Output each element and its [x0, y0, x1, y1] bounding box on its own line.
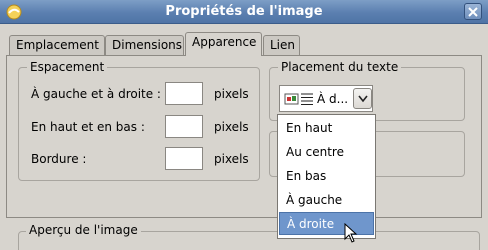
tab-emplacement[interactable]: Emplacement [9, 35, 105, 55]
option-bottom[interactable]: En bas [279, 165, 374, 188]
left-right-label: À gauche et à droite : [31, 87, 161, 101]
text-placement-combo[interactable]: À d... [279, 85, 373, 112]
title-bar: Propriétés de l'image [0, 0, 488, 24]
combo-selected-value: À d... [317, 92, 349, 106]
top-bottom-input[interactable] [165, 115, 203, 138]
mouse-cursor-icon [344, 223, 358, 243]
top-bottom-label: En haut et en bas : [31, 120, 145, 134]
border-label: Bordure : [31, 152, 87, 166]
preview-legend: Aperçu de l'image [26, 222, 141, 238]
option-right[interactable]: À droite [279, 212, 374, 235]
tab-apparence[interactable]: Apparence [185, 32, 262, 56]
tab-strip: Emplacement Dimensions Apparence Lien [0, 24, 488, 56]
chevron-down-icon [358, 95, 368, 103]
left-right-unit: pixels [214, 87, 249, 101]
tab-lien[interactable]: Lien [263, 35, 300, 55]
border-unit: pixels [214, 152, 249, 166]
top-bottom-unit: pixels [214, 120, 249, 134]
option-center[interactable]: Au centre [279, 141, 374, 164]
close-button[interactable] [464, 3, 482, 20]
left-right-input[interactable] [165, 82, 203, 105]
wrap-right-icon [284, 93, 313, 105]
tab-dimensions[interactable]: Dimensions [105, 35, 184, 55]
option-top[interactable]: En haut [279, 117, 374, 140]
close-icon [468, 7, 478, 17]
text-placement-dropdown: En haut Au centre En bas À gauche À droi… [277, 114, 376, 239]
spacing-legend: Espacement [27, 60, 108, 74]
option-left[interactable]: À gauche [279, 189, 374, 212]
border-input[interactable] [165, 147, 203, 170]
window-title: Propriétés de l'image [165, 4, 323, 19]
combo-dropdown-button[interactable] [353, 88, 372, 109]
text-placement-legend: Placement du texte [278, 60, 402, 74]
